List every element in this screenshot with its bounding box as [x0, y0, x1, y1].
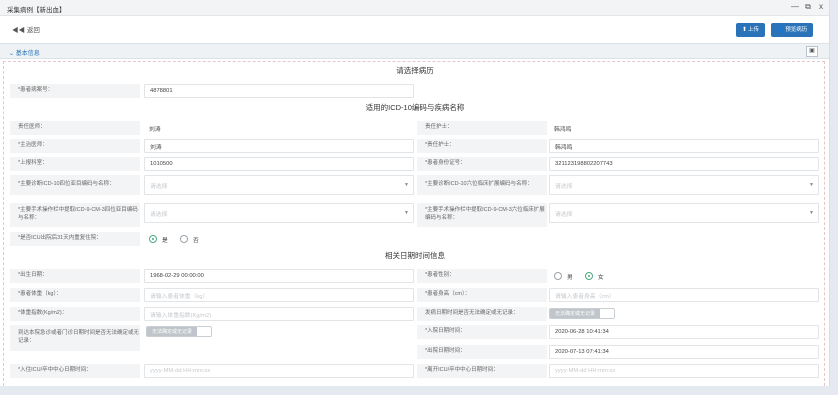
id-no-input[interactable]: 321123198802207743	[549, 157, 819, 171]
onset-unknown-toggle[interactable]: 无法确定或无记录	[549, 308, 616, 319]
icu-out-input[interactable]: yyyy-MM-dd HH:mm:ss	[549, 364, 819, 378]
label-icu-out: *离开ICU/卒中中心日期时间：	[417, 364, 547, 378]
nurse-in-charge-value: 韩鸿鸣	[554, 126, 572, 133]
label-birth: *出生日期：	[10, 269, 140, 283]
label-dept: *上报科室：	[10, 157, 140, 171]
label-id-no: *患者身份证号：	[417, 157, 547, 171]
radio-icon	[149, 235, 157, 243]
user-icon: 👤	[776, 27, 785, 33]
chevron-down-icon: ▼	[809, 182, 814, 188]
nurse-input[interactable]: 韩鸿鸣	[549, 139, 819, 153]
main-diag-select[interactable]: 请选择 ▼	[144, 175, 414, 195]
label-main-diag: *主要诊断ICD-10四位亚目编码与名称：	[10, 175, 140, 195]
dept-input[interactable]: 1010500	[144, 157, 414, 171]
label-nurse: *责任护士：	[417, 139, 547, 153]
label-onset-time: 发病日期时间是否无法确定或无记录：	[417, 307, 547, 321]
toggle-label: 无法确定或无记录	[147, 327, 198, 336]
group-title-icd10: 适用的ICD-10编码与疾病名称	[365, 103, 465, 112]
back-button[interactable]: ◀◀ 返回	[12, 24, 40, 34]
readmit-no-option[interactable]: 否	[179, 235, 199, 244]
back-label: 返回	[26, 27, 40, 34]
minimize-icon[interactable]: —	[790, 2, 800, 11]
label-weight: *患者体重（kg）：	[10, 288, 140, 302]
main-op-ext-select[interactable]: 请选择 ▼	[549, 203, 819, 223]
group-title-select-record: 请选择病历	[396, 66, 434, 75]
icu-in-input[interactable]: yyyy-MM-dd HH:mm:ss	[144, 364, 414, 378]
label-bmi: *体重指数(Kg/m2)：	[10, 307, 140, 321]
chief-doctor-input[interactable]: 刘涛	[144, 139, 414, 153]
window-title: 采集病例【新出血】	[7, 7, 66, 14]
record-no-input[interactable]: 4878801	[144, 84, 414, 98]
label-height: *患者身高（cm）：	[417, 288, 547, 302]
upload-label: 上传	[748, 27, 760, 33]
chevron-down-icon: ▼	[809, 210, 814, 216]
label-chief-doctor: *主治医师：	[10, 139, 140, 153]
readmit-yes-option[interactable]: 是	[149, 235, 168, 244]
admit-time-input[interactable]: 2020-06-28 10:41:34	[549, 325, 819, 339]
birth-input[interactable]: 1968-02-29 00:00:00	[144, 269, 414, 283]
radio-icon	[554, 272, 562, 280]
main-op-select[interactable]: 请选择 ▼	[144, 203, 414, 223]
section-header[interactable]: ⌄ 基本信息 ▣	[0, 43, 829, 59]
close-icon[interactable]: x	[816, 2, 826, 11]
preview-label: 预览病历	[785, 27, 808, 33]
label-icu-in: *入住ICU/卒中中心日期时间：	[10, 364, 140, 378]
radio-icon	[584, 272, 593, 280]
label-attending: 责任医师：	[10, 121, 140, 135]
collapse-icon[interactable]: ▣	[806, 46, 818, 57]
readmit-radio-group: 是 否	[144, 232, 414, 246]
gender-radio-group: 男 女	[549, 269, 819, 283]
upload-icon: ⬆	[741, 27, 747, 33]
upload-button[interactable]: ⬆上传	[736, 23, 765, 37]
title-bar: 采集病例【新出血】 — ⧉ x	[0, 0, 829, 16]
label-gender: *患者性别：	[417, 269, 547, 283]
label-arrive-time: 到达本院急诊或者门诊日期时间是否无法确定或无记录：	[10, 325, 140, 351]
discharge-time-input[interactable]: 2020-07-13 07:41:34	[549, 345, 819, 359]
label-main-op: *主要手术操作栏中提取ICD-9-CM-3四位亚目编码与名称：	[10, 203, 140, 227]
section-label: ⌄ 基本信息	[9, 51, 40, 57]
weight-input[interactable]: 请输入患者体重（kg）	[144, 288, 414, 302]
arrive-unknown-toggle[interactable]: 无法确定或无记录	[146, 326, 213, 337]
label-record-no: *患者病案号：	[10, 84, 140, 98]
height-input[interactable]: 请输入患者身高（cm）	[549, 288, 819, 302]
label-main-diag-ext: *主要诊断ICD-10六位临床扩展编码与名称：	[417, 175, 547, 195]
toolbar: ◀◀ 返回 ⬆上传 👤预览病历	[0, 17, 829, 41]
gender-female-option[interactable]: 女	[584, 272, 604, 281]
label-admit-time: *入院日期时间：	[417, 325, 547, 339]
label-main-op-ext: *主要手术操作栏中提取ICD-9-CM-3六位临床扩展编码与名称：	[417, 203, 547, 227]
bmi-input[interactable]: 请输入体重指数(Kg/m2)	[144, 307, 414, 321]
group-title-dates: 相关日期时间信息	[385, 251, 445, 260]
chevron-down-icon: ▼	[404, 210, 409, 216]
modal-window: 采集病例【新出血】 — ⧉ x ◀◀ 返回 ⬆上传 👤预览病历 ⌄ 基本信息 ▣…	[0, 0, 830, 386]
chevron-down-icon: ▼	[404, 182, 409, 188]
label-discharge-time: *出院日期时间：	[417, 345, 547, 359]
label-readmit: *是否ICU出院后31天内重复住院：	[10, 232, 140, 246]
attending-value: 刘涛	[149, 126, 161, 133]
gender-male-option[interactable]: 男	[554, 272, 573, 281]
basic-info-form: 请选择病历 *患者病案号： 4878801 适用的ICD-10编码与疾病名称 责…	[3, 61, 825, 386]
restore-icon[interactable]: ⧉	[803, 2, 813, 12]
back-icon: ◀◀	[12, 27, 25, 34]
main-diag-ext-select[interactable]: 请选择 ▼	[549, 175, 819, 195]
radio-icon	[179, 235, 188, 243]
toggle-label: 无法确定或无记录	[550, 309, 601, 318]
preview-record-button[interactable]: 👤预览病历	[771, 23, 813, 37]
label-nurse-in-charge: 责任护士：	[417, 121, 547, 135]
